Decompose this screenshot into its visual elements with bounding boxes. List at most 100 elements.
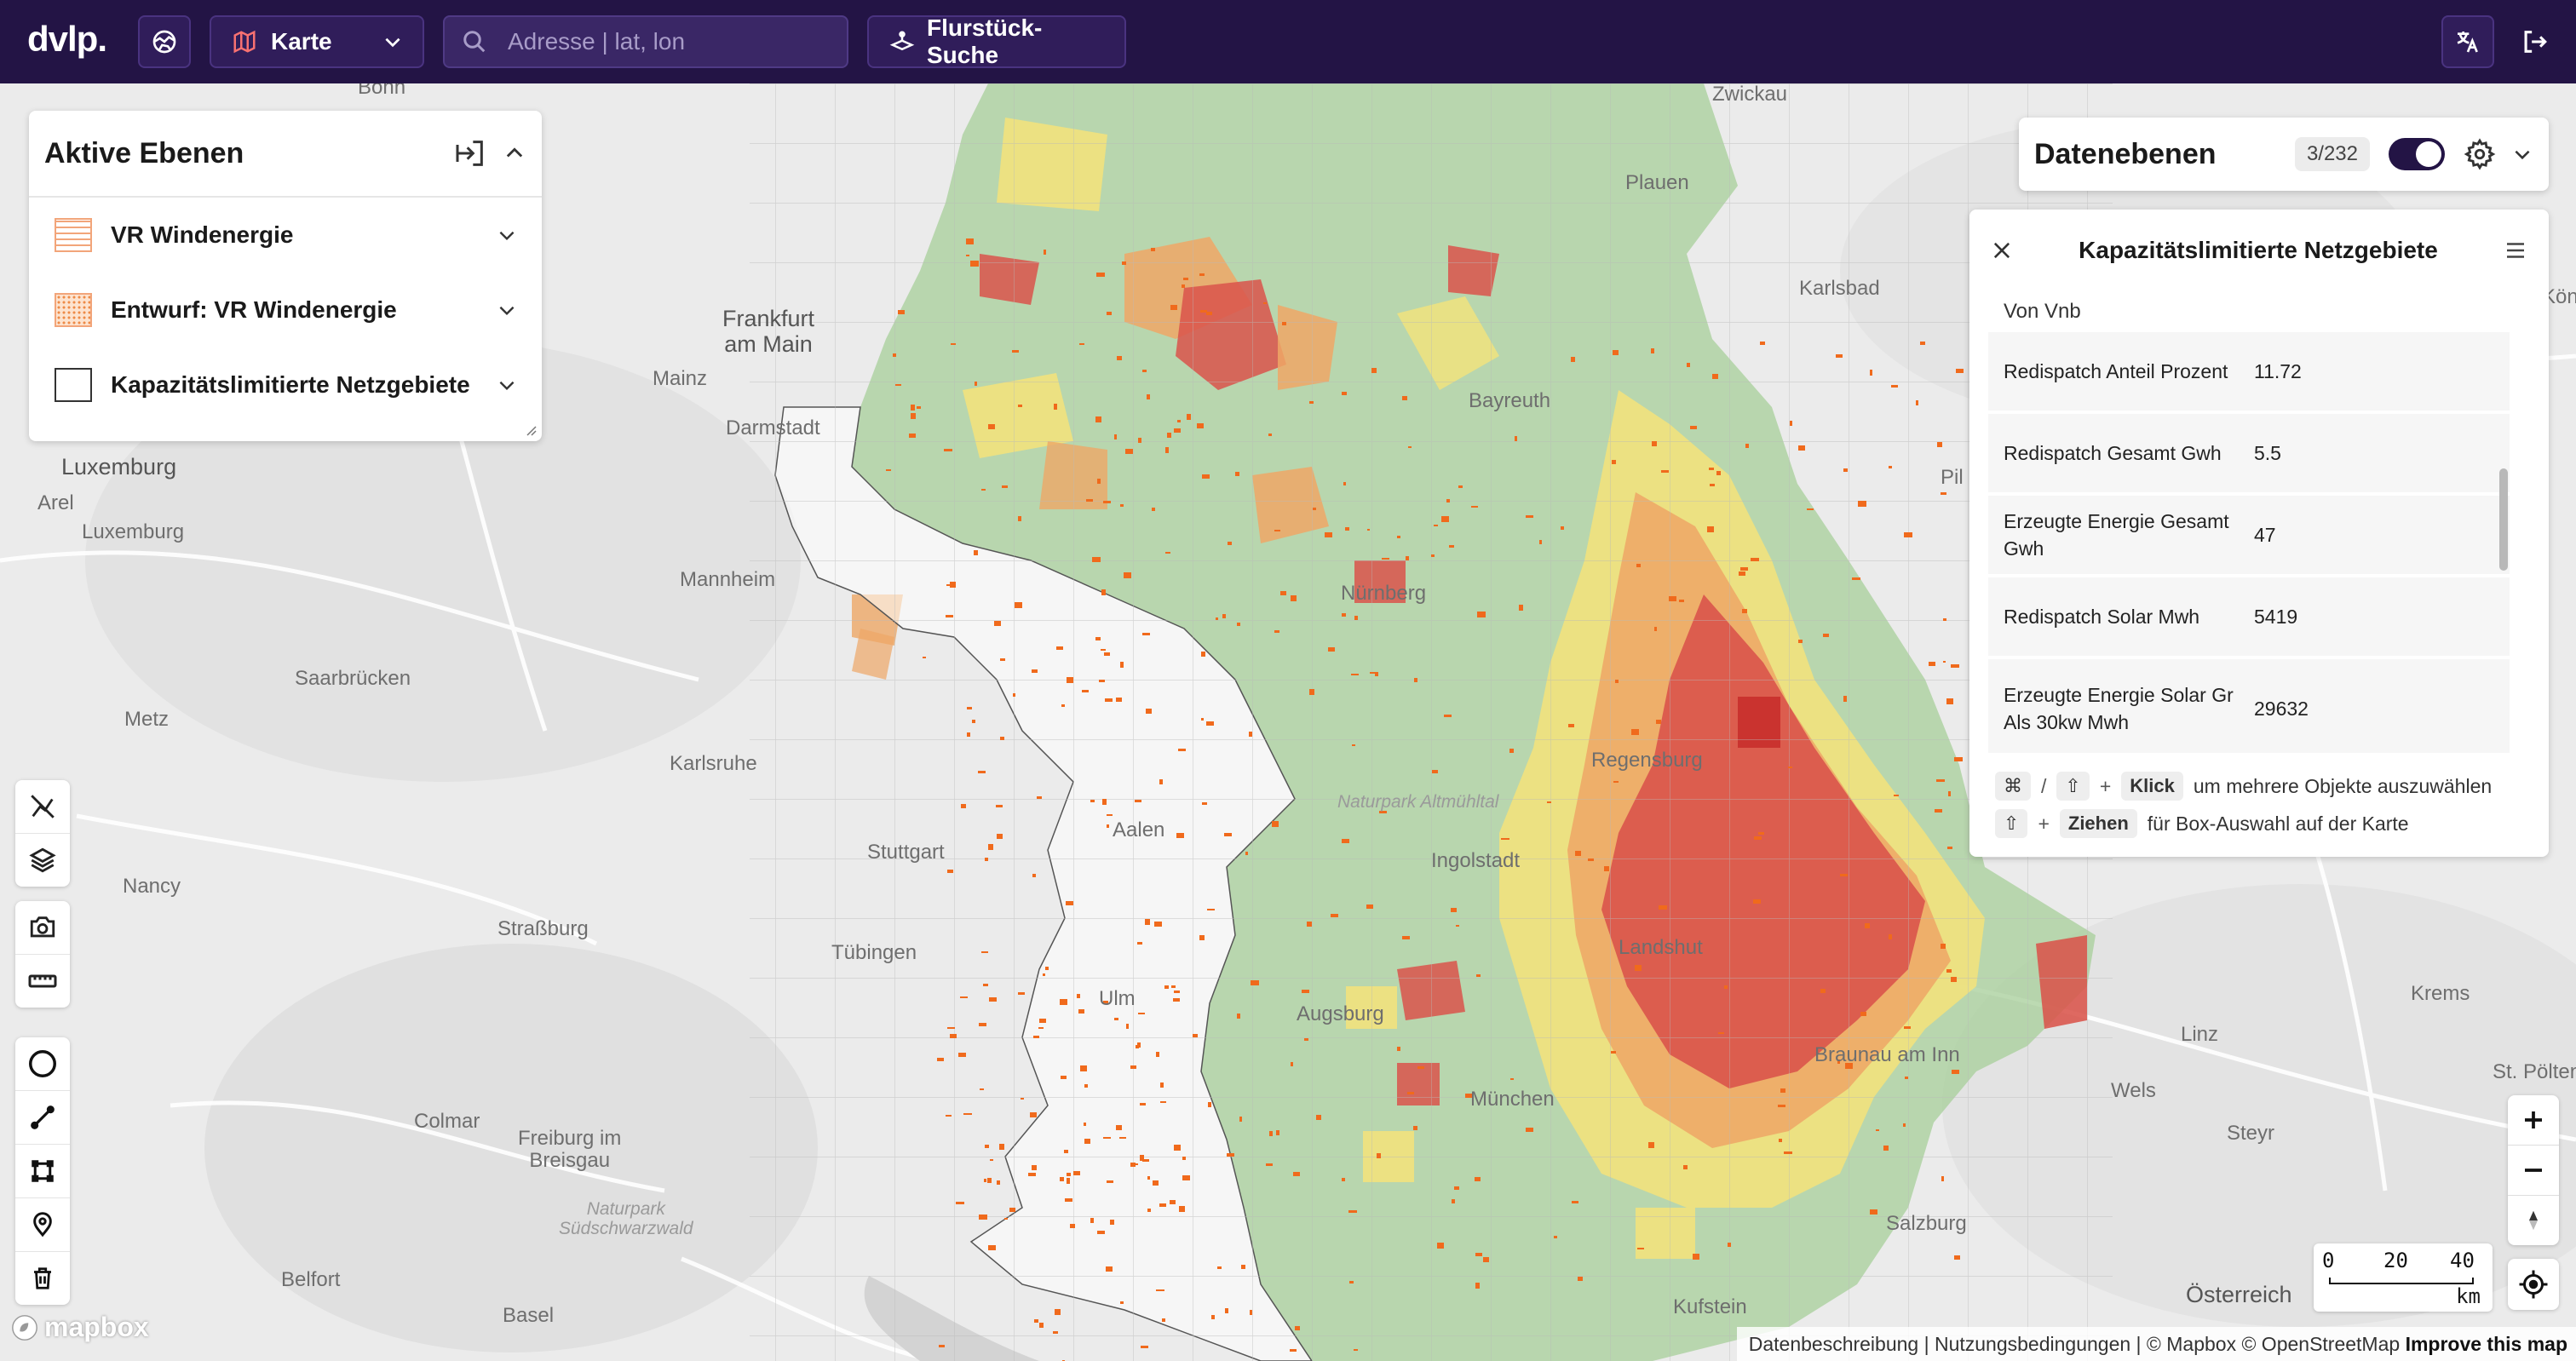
wind-area-mark bbox=[1114, 434, 1117, 439]
layer-row-vr-windenergie[interactable]: VR Windenergie bbox=[29, 198, 542, 273]
search-box[interactable] bbox=[443, 15, 848, 68]
wind-area-mark bbox=[1178, 749, 1186, 751]
draw-line-button[interactable] bbox=[15, 1091, 70, 1145]
measure-button[interactable] bbox=[15, 955, 70, 1008]
gear-icon[interactable] bbox=[2464, 138, 2496, 170]
wind-area-mark bbox=[1437, 1243, 1444, 1249]
wind-area-mark bbox=[1779, 1139, 1782, 1142]
attribute-value: 5.5 bbox=[2254, 441, 2281, 464]
snapshot-tools-group bbox=[15, 901, 70, 1008]
attribution-links[interactable]: Datenbeschreibung | Nutzungsbedingungen … bbox=[1749, 1333, 2400, 1356]
chevron-down-icon[interactable] bbox=[496, 374, 518, 396]
map-label: Landshut bbox=[1619, 936, 1703, 959]
wind-area-mark bbox=[1138, 1013, 1145, 1014]
wind-area-mark bbox=[1197, 423, 1204, 428]
hide-features-button[interactable] bbox=[15, 780, 70, 834]
popup-scrollbar[interactable] bbox=[2499, 468, 2508, 571]
screenshot-button[interactable] bbox=[15, 901, 70, 955]
zoom-out-button[interactable] bbox=[2508, 1146, 2559, 1196]
improve-map-link[interactable]: Improve this map bbox=[2406, 1333, 2567, 1356]
wind-area-mark bbox=[1754, 836, 1762, 840]
wind-area-mark bbox=[1082, 690, 1089, 692]
logout-button[interactable] bbox=[2508, 15, 2561, 68]
draw-marker-button[interactable] bbox=[15, 1198, 70, 1252]
map-label: München bbox=[1470, 1088, 1555, 1111]
layers-button[interactable] bbox=[15, 834, 70, 887]
wind-area-mark bbox=[1371, 368, 1377, 373]
wind-area-mark bbox=[1266, 1163, 1273, 1166]
chevron-down-icon[interactable] bbox=[496, 224, 518, 246]
wind-area-mark bbox=[1174, 991, 1180, 993]
wind-area-mark bbox=[1142, 370, 1147, 372]
compass-button[interactable] bbox=[2508, 1196, 2559, 1245]
wind-area-mark bbox=[1105, 698, 1113, 702]
layer-swatch bbox=[55, 293, 92, 327]
wind-area-mark bbox=[1269, 1131, 1273, 1136]
data-layers-toggle[interactable] bbox=[2389, 138, 2445, 170]
globe-button[interactable] bbox=[138, 15, 191, 68]
wind-area-mark bbox=[1916, 400, 1918, 405]
attribute-value: 47 bbox=[2254, 523, 2276, 546]
wind-area-mark bbox=[917, 406, 921, 409]
wind-area-mark bbox=[1651, 348, 1654, 353]
wind-area-mark bbox=[1843, 468, 1848, 472]
language-button[interactable] bbox=[2441, 15, 2494, 68]
wind-area-mark bbox=[1568, 724, 1574, 727]
map-label: Bonn bbox=[358, 83, 406, 99]
close-icon[interactable] bbox=[1990, 238, 2014, 262]
draw-circle-button[interactable] bbox=[15, 1037, 70, 1091]
wind-area-mark bbox=[1037, 796, 1042, 799]
map-attribution: Datenbeschreibung | Nutzungsbedingungen … bbox=[1736, 1327, 2576, 1361]
wind-area-mark bbox=[1683, 1165, 1688, 1169]
wind-area-mark bbox=[994, 621, 1001, 626]
delete-drawing-button[interactable] bbox=[15, 1252, 70, 1305]
wind-area-mark bbox=[1889, 466, 1892, 468]
map-style-dropdown[interactable]: Karte bbox=[210, 15, 424, 68]
layer-row-entwurf-vr-windenergie[interactable]: Entwurf: VR Windenergie bbox=[29, 273, 542, 347]
wind-area-mark bbox=[1441, 516, 1449, 522]
map-label: Plauen bbox=[1625, 171, 1689, 194]
map-label: Metz bbox=[124, 708, 170, 731]
zoom-in-button[interactable] bbox=[2508, 1095, 2559, 1146]
wind-area-mark bbox=[1858, 501, 1866, 507]
export-icon[interactable] bbox=[453, 136, 487, 170]
wind-area-mark bbox=[1067, 1178, 1070, 1184]
wind-area-mark bbox=[1349, 1281, 1354, 1283]
draw-polygon-button[interactable] bbox=[15, 1145, 70, 1198]
wind-area-mark bbox=[1648, 1142, 1654, 1148]
wind-area-mark bbox=[1572, 1201, 1578, 1203]
chevron-up-icon[interactable] bbox=[503, 141, 526, 165]
parcel-search-button[interactable]: Flurstück-Suche bbox=[867, 14, 1126, 68]
box-select-hint: ⇧ + Ziehen für Box-Auswahl auf der Karte bbox=[1995, 809, 2409, 838]
wind-area-mark bbox=[1351, 674, 1359, 675]
layer-row-netzgebiete[interactable]: Kapazitätslimitierte Netzgebiete bbox=[29, 347, 542, 422]
wind-area-mark bbox=[1193, 1034, 1198, 1037]
resize-handle-icon[interactable] bbox=[523, 422, 537, 436]
wind-area-mark bbox=[1547, 801, 1551, 803]
chevron-down-icon[interactable] bbox=[2511, 143, 2533, 165]
wind-area-mark bbox=[1061, 1076, 1067, 1079]
wind-area-mark bbox=[985, 1145, 989, 1148]
geolocate-button[interactable] bbox=[2508, 1259, 2559, 1310]
camera-icon bbox=[30, 916, 55, 938]
map-label: Krems bbox=[2411, 982, 2470, 1005]
wind-area-mark bbox=[1325, 532, 1332, 537]
wind-area-mark bbox=[1929, 662, 1935, 666]
search-input[interactable] bbox=[506, 27, 830, 56]
map-style-label: Karte bbox=[271, 28, 332, 55]
mapbox-logo[interactable]: mapbox bbox=[10, 1312, 149, 1343]
attribute-list[interactable]: Von Vnb Redispatch Anteil Prozent 11.72 … bbox=[1988, 298, 2510, 753]
wind-area-mark bbox=[1937, 442, 1942, 447]
wind-area-mark bbox=[895, 384, 901, 386]
chevron-down-icon[interactable] bbox=[496, 299, 518, 321]
wind-area-mark bbox=[1889, 934, 1892, 939]
circle-icon bbox=[29, 1050, 56, 1077]
wind-area-mark bbox=[1000, 658, 1005, 661]
wind-area-mark bbox=[1718, 1032, 1724, 1034]
wind-area-mark bbox=[1147, 394, 1150, 399]
wind-area-mark bbox=[1891, 385, 1898, 388]
wind-area-mark bbox=[997, 1180, 1000, 1185]
app-logo[interactable]: dvlp. bbox=[27, 19, 107, 60]
wind-area-mark bbox=[1382, 558, 1389, 560]
menu-icon[interactable] bbox=[2503, 238, 2528, 263]
